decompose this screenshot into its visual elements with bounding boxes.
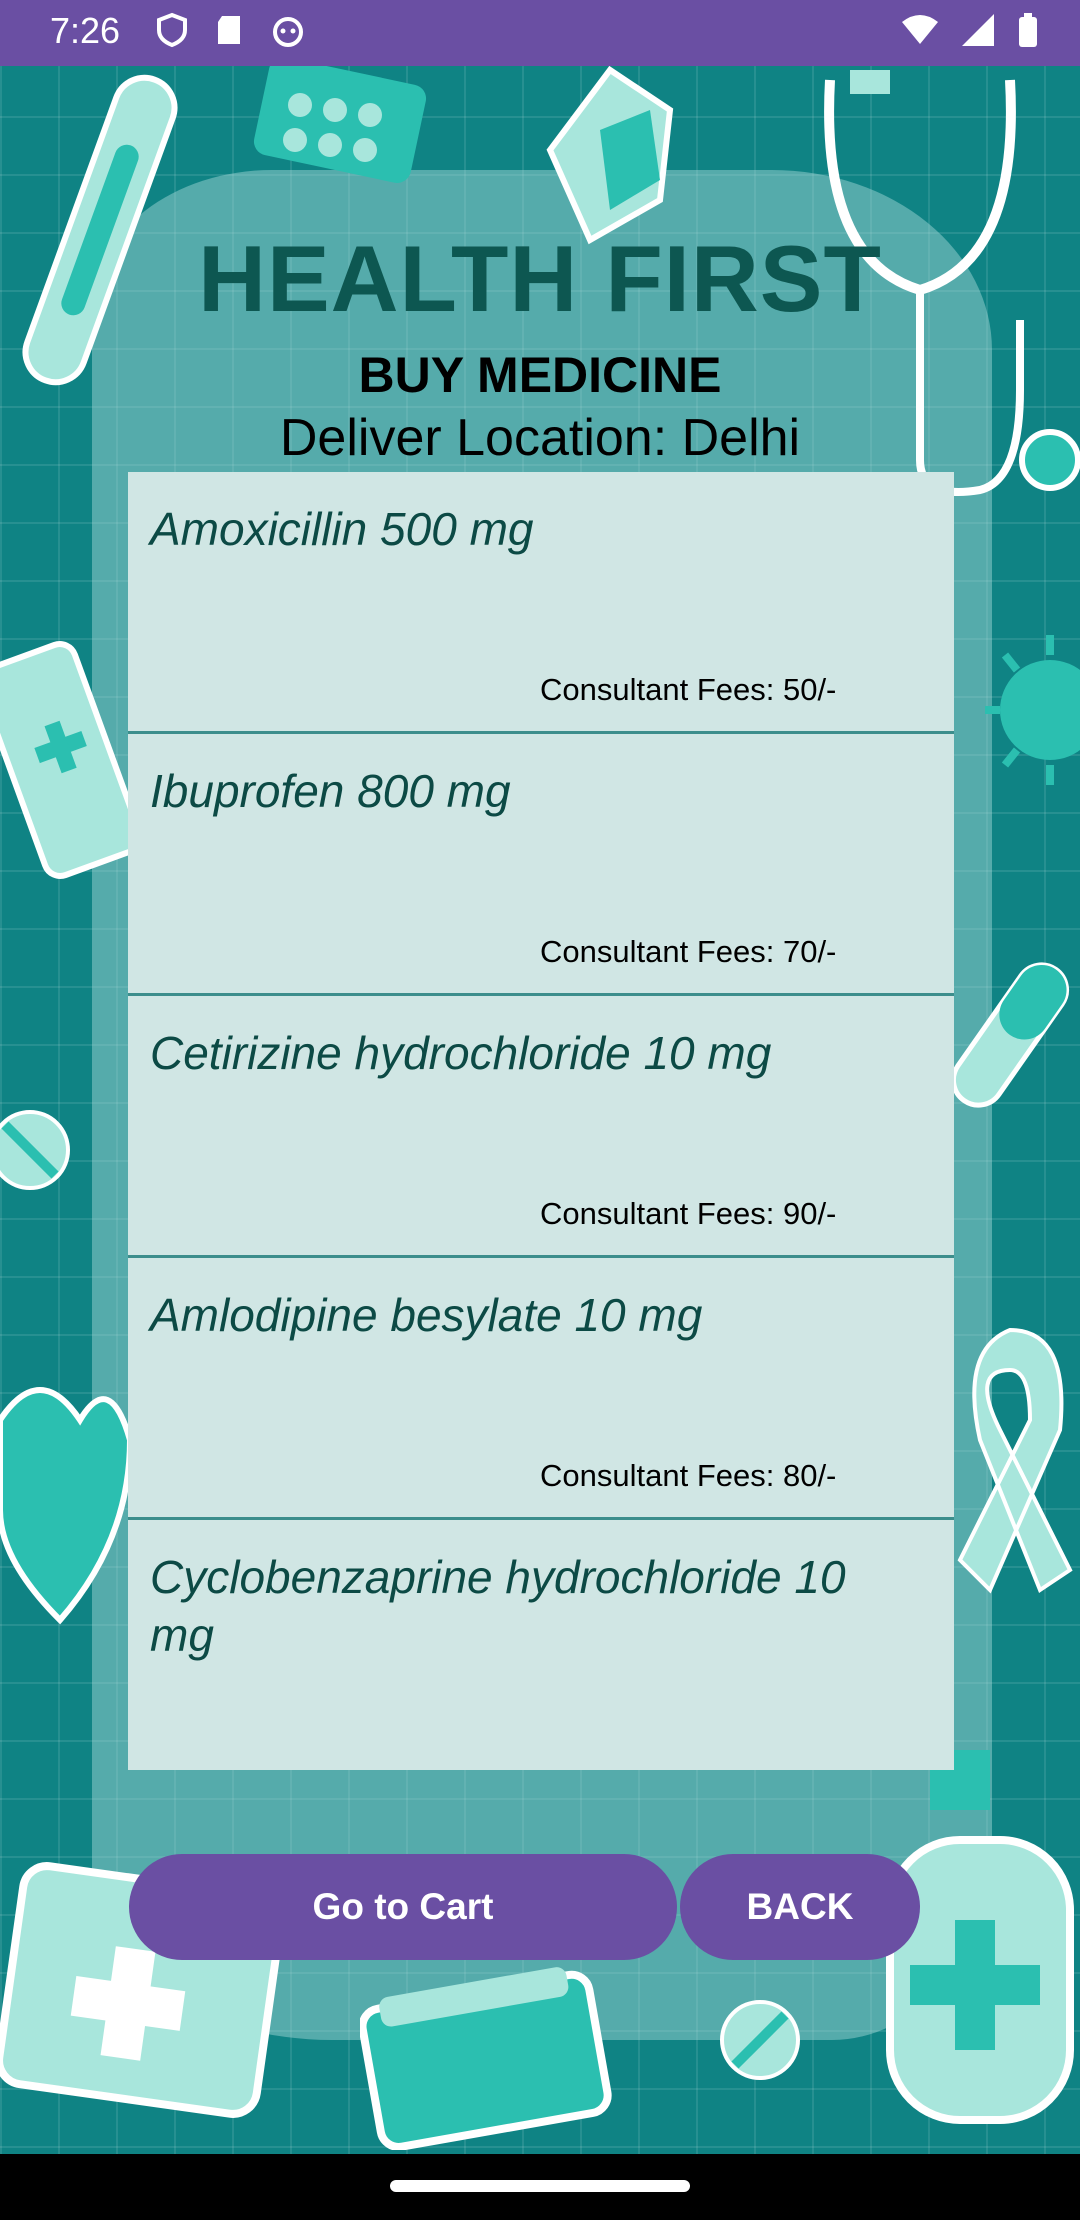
pill-bottle-icon — [360, 1967, 612, 2150]
list-item-cyclobenzaprine[interactable]: Cyclobenzaprine hydrochloride 10 mg — [128, 1520, 954, 1770]
medicine-name: Ibuprofen 800 mg — [150, 765, 511, 817]
ribbon-icon — [957, 1327, 1073, 1594]
battery-icon — [1019, 13, 1037, 47]
medicine-name: Amoxicillin 500 mg — [150, 503, 534, 555]
back-button[interactable]: BACK — [680, 1854, 920, 1960]
sd-card-icon — [218, 16, 240, 44]
consultant-fee: Consultant Fees: 70/- — [540, 934, 837, 969]
medicine-list[interactable]: Amoxicillin 500 mg Consultant Fees: 50/-… — [128, 472, 954, 1770]
status-time: 7:26 — [50, 10, 121, 51]
go-to-cart-button[interactable]: Go to Cart — [129, 1854, 677, 1960]
medicine-name: Cetirizine hydrochloride 10 mg — [150, 1027, 772, 1079]
list-item-ibuprofen[interactable]: Ibuprofen 800 mg Consultant Fees: 70/- — [128, 734, 954, 996]
list-item-amoxicillin[interactable]: Amoxicillin 500 mg Consultant Fees: 50/- — [128, 472, 954, 734]
consultant-fee: Consultant Fees: 80/- — [540, 1458, 837, 1493]
pill-pack-icon — [253, 60, 427, 183]
cat-icon — [273, 17, 303, 47]
tablet-icon — [0, 1110, 70, 1190]
shield-icon — [157, 12, 187, 48]
glove-icon — [546, 65, 674, 245]
app-title: HEALTH FIRST — [198, 226, 882, 331]
list-item-cetirizine[interactable]: Cetirizine hydrochloride 10 mg Consultan… — [128, 996, 954, 1258]
consultant-fee: Consultant Fees: 90/- — [540, 1196, 837, 1231]
page-subtitle: BUY MEDICINE — [358, 347, 722, 403]
medicine-bottle-icon — [0, 641, 130, 879]
home-handle[interactable] — [390, 2180, 690, 2192]
consultant-fee: Consultant Fees: 50/- — [540, 672, 837, 707]
medicine-name: Cyclobenzaprine hydrochloride 10 mg — [150, 1551, 846, 1661]
status-bar: 7:26 — [0, 0, 1080, 66]
virus-icon — [985, 635, 1080, 785]
pill-icon — [720, 2000, 800, 2080]
delivery-location: Deliver Location: Delhi — [279, 409, 801, 467]
medicine-name: Amlodipine besylate 10 mg — [150, 1289, 703, 1341]
heart-icon — [0, 1387, 134, 1625]
wifi-icon — [902, 15, 938, 44]
capsule-icon — [950, 962, 1070, 1108]
list-item-amlodipine[interactable]: Amlodipine besylate 10 mg Consultant Fee… — [128, 1258, 954, 1520]
signal-icon — [962, 14, 994, 46]
